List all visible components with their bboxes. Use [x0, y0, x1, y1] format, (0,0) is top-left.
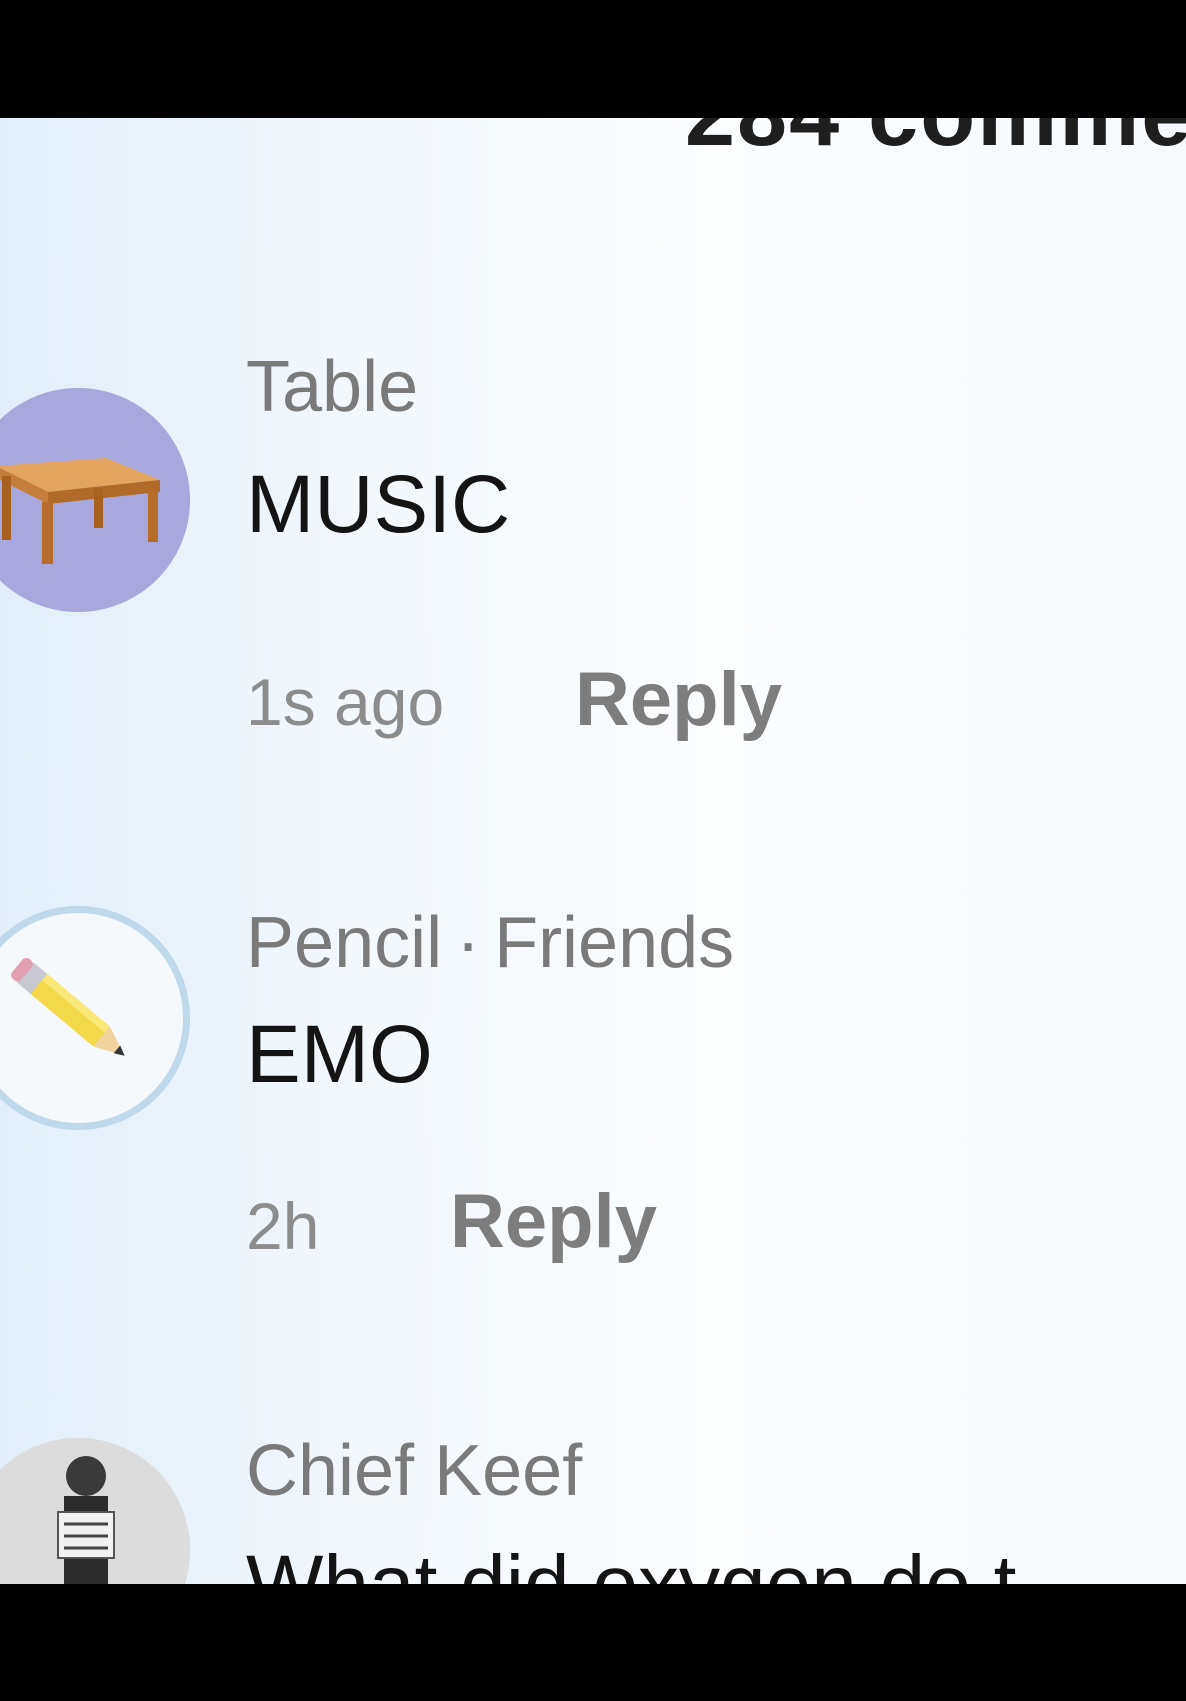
comments-panel[interactable]: 284 comme Table MUSIC 1s ago Reply — [0, 118, 1186, 1584]
bottom-letterbox — [0, 1584, 1186, 1701]
separator-dot: · — [456, 903, 481, 983]
author-name: Pencil — [246, 903, 443, 983]
comment-author[interactable]: Pencil · Friends — [246, 902, 734, 984]
avatar[interactable] — [0, 906, 190, 1130]
comment-count-header: 284 comme — [685, 118, 1186, 167]
avatar[interactable] — [0, 1438, 190, 1584]
comment-timestamp: 2h — [246, 1189, 320, 1263]
reply-button[interactable]: Reply — [450, 1178, 657, 1265]
table-icon — [0, 388, 190, 612]
comment-text: EMO — [246, 1009, 433, 1100]
reply-button[interactable]: Reply — [575, 656, 782, 743]
avatar[interactable] — [0, 388, 190, 612]
pencil-icon — [0, 907, 189, 1129]
friends-label: Friends — [494, 903, 735, 983]
author-name: Chief Keef — [246, 1431, 583, 1511]
top-letterbox — [0, 0, 1186, 118]
person-photo — [0, 1438, 190, 1584]
comment-author[interactable]: Table — [246, 346, 418, 428]
author-name: Table — [246, 347, 419, 427]
comment-timestamp: 1s ago — [246, 665, 445, 739]
comment-text: What did oxygen do t — [246, 1538, 1016, 1584]
comment-author[interactable]: Chief Keef — [246, 1430, 582, 1512]
comment-text: MUSIC — [246, 459, 511, 550]
